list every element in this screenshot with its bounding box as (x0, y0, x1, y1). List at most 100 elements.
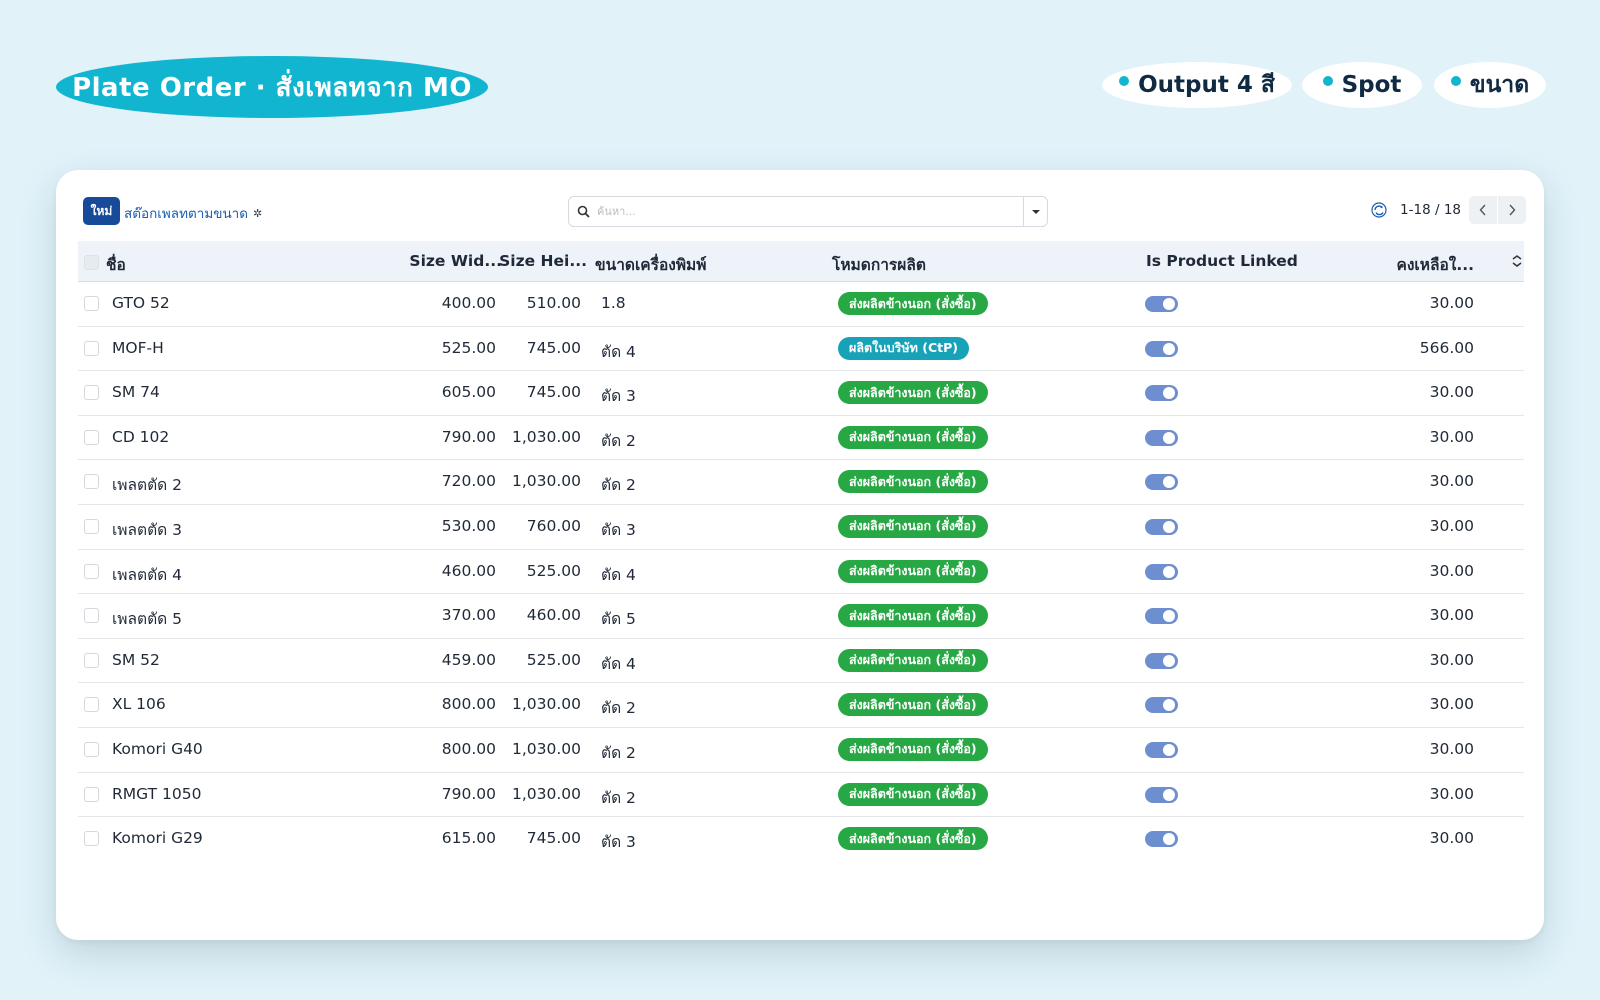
select-all-checkbox[interactable] (84, 255, 99, 270)
column-header-production-mode[interactable]: โหมดการผลิต (832, 252, 926, 277)
table-row[interactable]: SM 52 459.00 525.00 ตัด 4 ส่งผลิตข้างนอก (สั… (78, 639, 1524, 684)
optional-columns-icon[interactable] (1510, 252, 1524, 270)
column-header-machine-size[interactable]: ขนาดเครื่องพิมพ์ (595, 252, 706, 277)
search-options-toggle[interactable] (1023, 197, 1047, 226)
gear-icon[interactable]: ✲ (253, 207, 262, 220)
table-row[interactable]: เพลตตัด 5 370.00 460.00 ตัด 5 ส่งผลิตข้างนอก… (78, 594, 1524, 639)
pager-previous-button[interactable] (1469, 196, 1497, 224)
cell-remaining: 30.00 (1429, 561, 1474, 580)
output-4-color-chip[interactable]: Output 4 สี (1102, 62, 1292, 108)
row-checkbox[interactable] (84, 385, 99, 401)
row-checkbox[interactable] (84, 786, 99, 802)
table-row[interactable]: เพลตตัด 4 460.00 525.00 ตัด 4 ส่งผลิตข้างนอก… (78, 550, 1524, 595)
table-row[interactable]: GTO 52 400.00 510.00 1.8 ส่งผลิตข้างนอก (สั่… (78, 282, 1524, 327)
product-linked-toggle[interactable] (1145, 563, 1178, 580)
column-header-is-product-linked[interactable]: Is Product Linked (1146, 252, 1298, 270)
product-linked-toggle[interactable] (1145, 786, 1178, 803)
row-checkbox[interactable] (84, 608, 99, 624)
row-checkbox[interactable] (84, 340, 99, 356)
cell-size-width: 370.00 (441, 606, 496, 625)
table-row[interactable]: XL 106 800.00 1,030.00 ตัด 2 ส่งผลิตข้างนอก … (78, 683, 1524, 728)
cell-size-height: 1,030.00 (511, 427, 581, 446)
cell-machine-size: ตัด 2 (601, 743, 636, 762)
cell-size-width: 459.00 (441, 650, 496, 669)
product-linked-toggle[interactable] (1145, 652, 1178, 669)
cell-remaining: 30.00 (1429, 829, 1474, 848)
production-mode-badge: ส่งผลิตข้างนอก (สั่งซื้อ) (838, 648, 988, 672)
cell-size-width: 790.00 (441, 784, 496, 803)
row-checkbox[interactable] (84, 429, 99, 445)
cell-size-height: 460.00 (526, 606, 581, 625)
product-linked-toggle[interactable] (1145, 831, 1178, 848)
cell-remaining: 30.00 (1429, 784, 1474, 803)
cell-machine-size: 1.8 (601, 294, 626, 312)
row-checkbox[interactable] (84, 474, 99, 490)
production-mode-badge: ส่งผลิตข้างนอก (สั่งซื้อ) (838, 292, 988, 315)
cell-remaining: 30.00 (1429, 650, 1474, 669)
search-icon (569, 205, 597, 218)
row-checkbox[interactable] (84, 652, 99, 668)
row-checkbox[interactable] (84, 831, 99, 847)
cell-name: SM 52 (112, 650, 160, 669)
cell-size-height: 1,030.00 (511, 784, 581, 803)
breadcrumb: สต๊อกเพลทตามขนาด ✲ (124, 202, 262, 224)
cell-machine-size: ตัด 2 (601, 431, 636, 450)
row-checkbox[interactable] (84, 563, 99, 579)
new-button[interactable]: ใหม่ (83, 197, 120, 225)
production-mode-badge: ผลิตในบริษัท (CtP) (838, 336, 969, 360)
cell-name: เพลตตัด 2 (112, 476, 182, 495)
cell-name: เพลตตัด 3 (112, 520, 182, 539)
table-row[interactable]: เพลตตัด 2 720.00 1,030.00 ตัด 2 ส่งผลิตข้างน… (78, 460, 1524, 505)
product-linked-toggle[interactable] (1145, 741, 1178, 758)
cell-name: เพลตตัด 4 (112, 565, 182, 584)
cell-machine-size: ตัด 2 (601, 476, 636, 495)
cell-machine-size: ตัด 2 (601, 788, 636, 807)
product-linked-toggle[interactable] (1145, 518, 1178, 535)
table-row[interactable]: CD 102 790.00 1,030.00 ตัด 2 ส่งผลิตข้างนอก … (78, 416, 1524, 461)
cell-size-width: 615.00 (441, 829, 496, 848)
cell-size-height: 510.00 (526, 294, 581, 312)
column-header-size-width[interactable]: Size Wid... (402, 252, 502, 270)
column-header-name[interactable]: ชื่อ (106, 252, 126, 277)
cell-size-height: 760.00 (526, 516, 581, 535)
cell-size-width: 525.00 (441, 338, 496, 357)
table-row[interactable]: RMGT 1050 790.00 1,030.00 ตัด 2 ส่งผลิตข้างน… (78, 773, 1524, 818)
refresh-icon[interactable] (1368, 199, 1390, 221)
table-row[interactable]: MOF-H 525.00 745.00 ตัด 4 ผลิตในบริษัท (CtP)… (78, 327, 1524, 372)
production-mode-badge: ส่งผลิตข้างนอก (สั่งซื้อ) (838, 782, 988, 806)
cell-remaining: 30.00 (1429, 739, 1474, 758)
column-header-size-height[interactable]: Size Hei... (498, 252, 587, 270)
spot-chip[interactable]: Spot (1302, 62, 1422, 108)
column-header-remaining[interactable]: คงเหลือใ... (1368, 252, 1475, 277)
product-linked-toggle[interactable] (1145, 429, 1178, 446)
table-row[interactable]: SM 74 605.00 745.00 ตัด 3 ส่งผลิตข้างนอก (สั… (78, 371, 1524, 416)
breadcrumb-label[interactable]: สต๊อกเพลทตามขนาด (124, 202, 248, 224)
product-linked-toggle[interactable] (1145, 474, 1178, 491)
product-linked-toggle[interactable] (1145, 608, 1178, 625)
product-linked-toggle[interactable] (1145, 385, 1178, 402)
size-chip[interactable]: ขนาด (1434, 62, 1546, 108)
cell-name: CD 102 (112, 427, 170, 446)
product-linked-toggle[interactable] (1145, 697, 1178, 714)
search-bar (568, 196, 1048, 227)
table-row[interactable]: Komori G29 615.00 745.00 ตัด 3 ส่งผลิตข้างนอ… (78, 817, 1524, 862)
table-header: ชื่อ Size Wid... Size Hei... ขนาดเครื่อง… (78, 241, 1524, 282)
product-linked-toggle[interactable] (1145, 340, 1178, 357)
table-row[interactable]: Komori G40 800.00 1,030.00 ตัด 2 ส่งผลิตข้าง… (78, 728, 1524, 773)
row-checkbox[interactable] (84, 741, 99, 757)
table-row[interactable]: เพลตตัด 3 530.00 760.00 ตัด 3 ส่งผลิตข้างนอก… (78, 505, 1524, 550)
row-checkbox[interactable] (84, 518, 99, 534)
production-mode-badge: ส่งผลิตข้างนอก (สั่งซื้อ) (838, 381, 988, 405)
cell-size-height: 1,030.00 (511, 739, 581, 758)
cell-remaining: 30.00 (1429, 294, 1474, 312)
row-checkbox[interactable] (84, 697, 99, 713)
pager-next-button[interactable] (1498, 196, 1526, 224)
product-linked-toggle[interactable] (1145, 296, 1178, 312)
cell-size-width: 720.00 (441, 472, 496, 491)
row-checkbox[interactable] (84, 296, 99, 311)
cell-size-width: 460.00 (441, 561, 496, 580)
search-input[interactable] (597, 197, 1023, 226)
pager: 1-18 / 18 (1368, 195, 1526, 225)
pager-value[interactable]: 1-18 / 18 (1400, 202, 1461, 218)
chip-label: ขนาด (1469, 72, 1530, 98)
